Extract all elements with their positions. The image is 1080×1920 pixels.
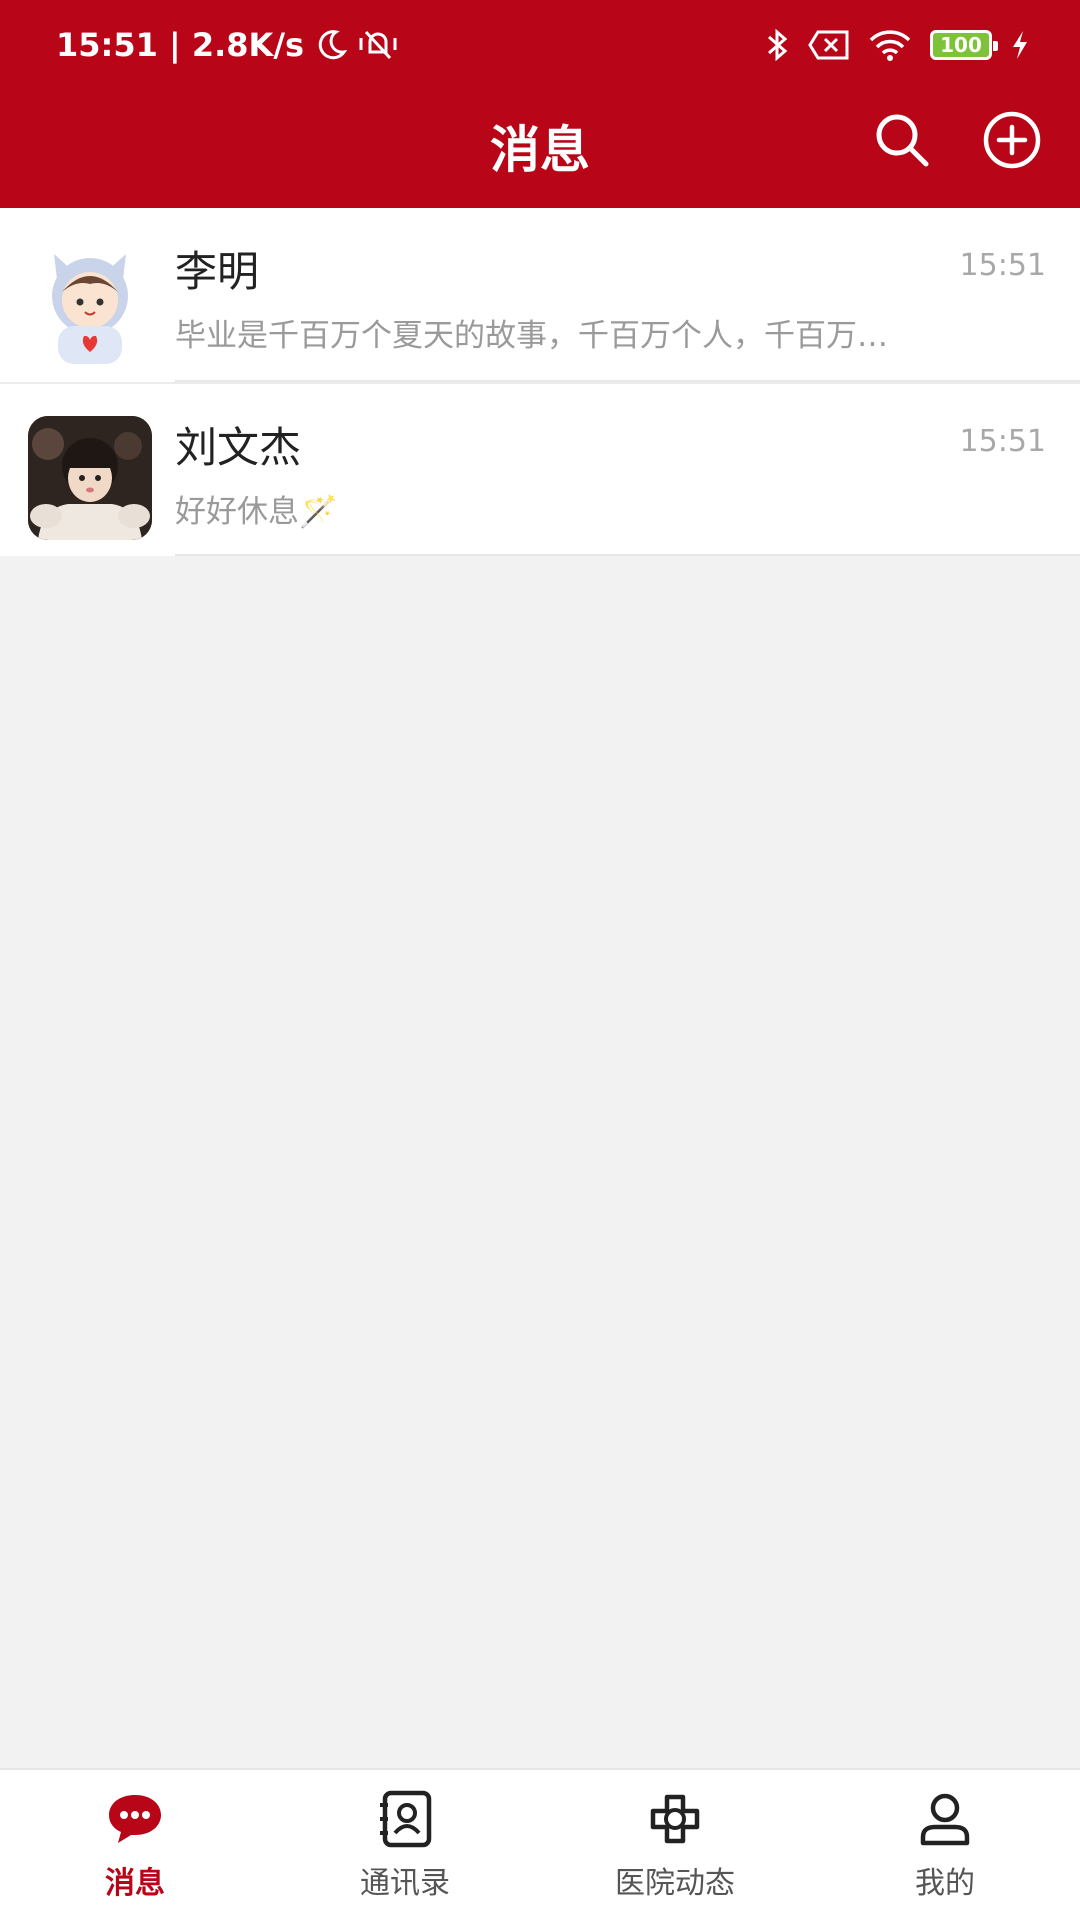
contacts-book-icon [374, 1788, 436, 1850]
moon-icon [314, 28, 348, 62]
add-circle-icon [982, 110, 1042, 174]
charging-icon [1010, 29, 1030, 61]
tab-label: 医院动态 [615, 1866, 735, 1901]
search-button[interactable] [872, 112, 932, 172]
mute-icon [358, 28, 398, 62]
message-preview: 好好休息🪄 [175, 494, 338, 530]
status-text: 15:51 | 2.8K/s [56, 26, 305, 64]
tab-profile[interactable]: 我的 [810, 1770, 1080, 1920]
bottom-tab-bar: 消息 通讯录 医院动态 我的 [0, 1768, 1080, 1920]
tab-label: 通讯录 [360, 1866, 450, 1901]
status-bar: 15:51 | 2.8K/s 100 [0, 0, 1080, 90]
tab-label: 我的 [915, 1866, 975, 1901]
chat-bubble-icon [104, 1788, 166, 1850]
child-photo-avatar [28, 416, 152, 540]
conversation-list: 李明 15:51 毕业是千百万个夏天的故事，千百万个人，千百万… 刘文杰 15:… [0, 208, 1080, 556]
search-icon [873, 111, 931, 173]
hospital-news-icon [644, 1788, 706, 1850]
message-time: 15:51 [959, 248, 1046, 283]
tab-messages[interactable]: 消息 [0, 1770, 270, 1920]
conversation-item[interactable]: 刘文杰 15:51 好好休息🪄 [0, 382, 1080, 556]
wifi-icon [868, 28, 912, 62]
app-header: 15:51 | 2.8K/s 100 消息 [0, 0, 1080, 208]
tab-hospital-news[interactable]: 医院动态 [540, 1770, 810, 1920]
contact-name: 李明 [175, 247, 260, 296]
tab-contacts[interactable]: 通讯录 [270, 1770, 540, 1920]
profile-icon [914, 1788, 976, 1850]
sim-off-icon [808, 29, 850, 61]
conversation-item[interactable]: 李明 15:51 毕业是千百万个夏天的故事，千百万个人，千百万… [0, 208, 1080, 382]
contact-name: 刘文杰 [175, 423, 302, 472]
tab-label: 消息 [105, 1866, 165, 1901]
bluetooth-icon [766, 27, 790, 63]
message-time: 15:51 [959, 424, 1046, 459]
message-preview: 毕业是千百万个夏天的故事，千百万个人，千百万… [175, 318, 888, 354]
battery-icon: 100 [930, 30, 998, 60]
cartoon-boy-avatar [28, 240, 152, 364]
add-button[interactable] [982, 110, 1042, 174]
